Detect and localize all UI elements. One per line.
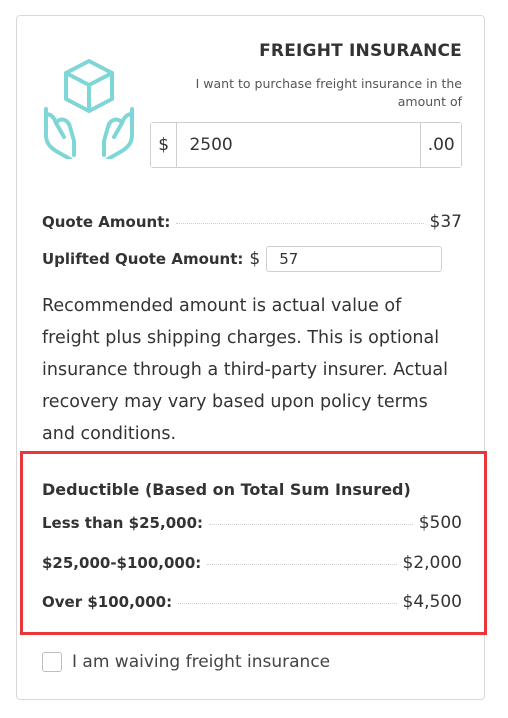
deductible-row-label: Over $100,000:: [42, 593, 173, 611]
insurance-description: Recommended amount is actual value of fr…: [42, 296, 448, 444]
deductible-row: Over $100,000: $4,500: [42, 592, 462, 612]
uplifted-currency: $: [249, 249, 261, 269]
dotted-leader: [207, 564, 397, 565]
deductible-row: $25,000-$100,000: $2,000: [42, 553, 462, 573]
deductible-row-label: $25,000-$100,000:: [42, 554, 202, 572]
dotted-leader: [178, 603, 397, 604]
cents-suffix: .00: [420, 123, 461, 167]
insurance-amount-input[interactable]: [177, 123, 421, 167]
waive-checkbox[interactable]: [42, 652, 62, 672]
page-title: FREIGHT INSURANCE: [259, 41, 462, 61]
waive-insurance-option[interactable]: I am waiving freight insurance: [42, 652, 330, 672]
deductible-row-value: $500: [418, 513, 462, 533]
box-in-hands-icon: [40, 55, 138, 161]
quote-amount-value: $37: [429, 212, 462, 232]
insurance-amount-group: $ .00: [150, 122, 462, 168]
uplifted-quote-label: Uplifted Quote Amount:: [42, 250, 244, 268]
dotted-leader: [176, 223, 424, 224]
currency-prefix: $: [151, 123, 178, 167]
uplifted-quote-row: Uplifted Quote Amount: $: [42, 246, 443, 272]
purchase-instruction: I want to purchase freight insurance in …: [195, 76, 462, 109]
dotted-leader: [209, 524, 413, 525]
deductible-row-label: Less than $25,000:: [42, 514, 204, 532]
deductible-heading: Deductible (Based on Total Sum Insured): [42, 480, 411, 499]
quote-amount-label: Quote Amount:: [42, 213, 171, 231]
deductible-row-value: $2,000: [402, 553, 462, 573]
deductible-row: Less than $25,000: $500: [42, 513, 462, 533]
deductible-row-value: $4,500: [402, 592, 462, 612]
quote-amount-row: Quote Amount: $37: [42, 212, 462, 232]
uplifted-quote-input[interactable]: [266, 246, 443, 272]
waive-label[interactable]: I am waiving freight insurance: [72, 652, 330, 672]
